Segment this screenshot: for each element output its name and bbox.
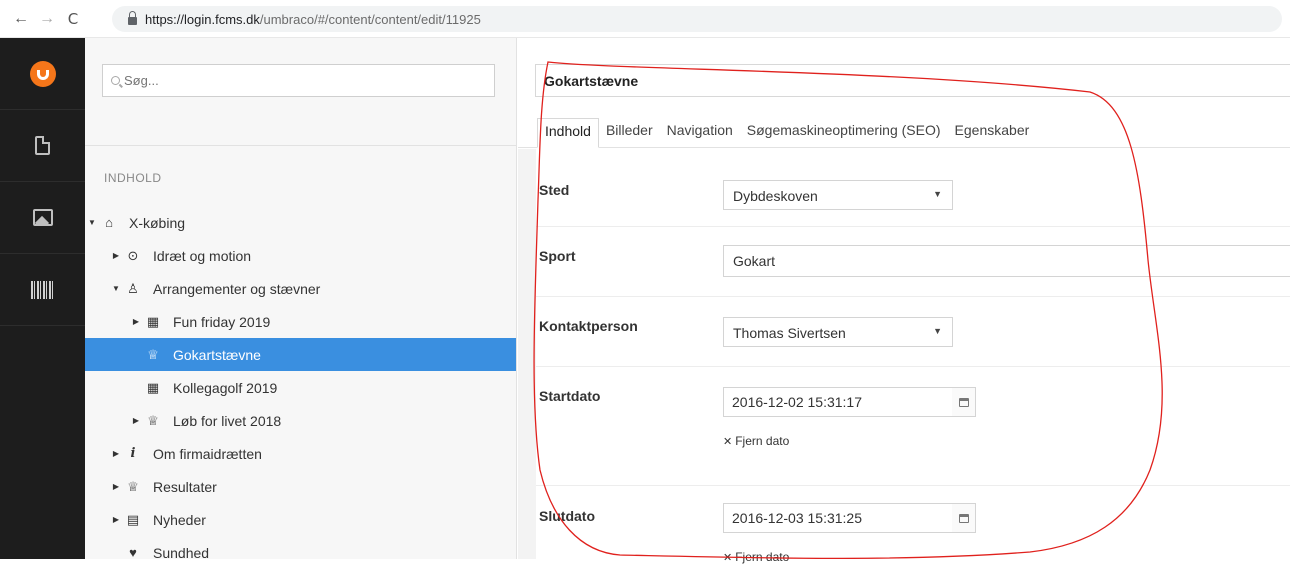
tree-node-label: Fun friday 2019: [173, 313, 271, 330]
trophy-icon: ♕: [147, 412, 159, 428]
tree-node-om-firmaidraetten[interactable]: ▶ i Om firmaidrætten: [85, 437, 516, 470]
info-icon: i: [130, 446, 136, 461]
tab-bar: Indhold Billeder Navigation Søgemaskineo…: [537, 118, 1036, 148]
tab-billeder[interactable]: Billeder: [599, 118, 660, 148]
properties-panel: Sted Dybdeskoven ▼ Sport Gokart Kontaktp…: [536, 149, 1290, 564]
trophy-icon: ♕: [127, 478, 139, 494]
trophy-icon: ♕: [147, 346, 159, 362]
tree-node-label: X-købing: [129, 214, 186, 231]
umbraco-logo[interactable]: [0, 38, 85, 110]
search-input[interactable]: [124, 73, 424, 88]
sport-input[interactable]: Gokart: [723, 245, 1290, 277]
select-value: Thomas Sivertsen: [733, 325, 846, 341]
browser-toolbar: ← → C https://login.fcms.dk/umbraco/#/co…: [0, 0, 1290, 38]
kontaktperson-select[interactable]: Thomas Sivertsen ▼: [723, 317, 953, 347]
content-editor: Gokartstævne Indhold Billeder Navigation…: [518, 38, 1290, 564]
property-kontaktperson: Kontaktperson Thomas Sivertsen ▼: [536, 297, 1290, 367]
reload-button[interactable]: C: [60, 10, 86, 28]
tree-node-fun-friday[interactable]: ▶ ▦ Fun friday 2019: [85, 305, 516, 338]
remove-date-label: Fjern dato: [735, 550, 790, 564]
tab-indhold[interactable]: Indhold: [537, 118, 599, 148]
url-host: https://login.fcms.dk: [145, 11, 260, 27]
property-label: Slutdato: [539, 508, 595, 524]
editor-body: Sted Dybdeskoven ▼ Sport Gokart Kontaktp…: [518, 149, 1290, 564]
property-label: Kontaktperson: [539, 318, 638, 334]
startdato-input[interactable]: 2016-12-02 15:31:17: [723, 387, 953, 417]
tree-node-lob-for-livet[interactable]: ▶ ♕ Løb for livet 2018: [85, 404, 516, 437]
property-sport: Sport Gokart: [536, 227, 1290, 297]
document-name-field[interactable]: Gokartstævne: [535, 64, 1290, 97]
expand-caret[interactable]: ▼: [85, 218, 99, 227]
divider: [85, 145, 516, 146]
tree-node-label: Gokartstævne: [173, 346, 261, 363]
heart-icon: ♥: [129, 545, 137, 560]
property-slutdato: Slutdato 2016-12-03 15:31:25 ✕ Fjern dato: [536, 486, 1290, 566]
home-icon: ⌂: [105, 215, 113, 230]
search-icon: [111, 76, 120, 85]
property-label: Sport: [539, 248, 576, 264]
remove-date-link[interactable]: ✕ Fjern dato: [723, 550, 789, 564]
tree-node-label: Kollegagolf 2019: [173, 379, 278, 396]
remove-date-label: Fjern dato: [735, 434, 790, 448]
tree-node-label: Om firmaidrætten: [153, 445, 262, 462]
barcode-icon[interactable]: [0, 254, 85, 326]
tree-node-label: Resultater: [153, 478, 217, 495]
calendar-button[interactable]: [952, 387, 976, 417]
calendar-icon: [958, 513, 969, 523]
sport-icon: ⊙: [127, 247, 139, 263]
property-startdato: Startdato 2016-12-02 15:31:17 ✕ Fjern dat…: [536, 367, 1290, 486]
tab-seo[interactable]: Søgemaskineoptimering (SEO): [740, 118, 948, 148]
media-icon[interactable]: [0, 182, 85, 254]
tree-node-sundhed[interactable]: ♥ Sundhed: [85, 536, 516, 569]
app-rail: [0, 38, 85, 559]
expand-caret[interactable]: ▶: [129, 317, 143, 326]
calendar-icon: ▦: [146, 379, 160, 395]
chevron-down-icon: ▼: [933, 189, 942, 199]
calendar-icon: [958, 397, 969, 407]
calendar-button[interactable]: [952, 503, 976, 533]
section-label: INDHOLD: [104, 171, 162, 185]
sted-select[interactable]: Dybdeskoven ▼: [723, 180, 953, 210]
remove-date-link[interactable]: ✕ Fjern dato: [723, 434, 789, 448]
expand-caret[interactable]: ▶: [129, 416, 143, 425]
address-bar[interactable]: https://login.fcms.dk/umbraco/#/content/…: [112, 6, 1282, 32]
expand-caret[interactable]: ▶: [109, 515, 123, 524]
expand-caret[interactable]: ▶: [109, 449, 123, 458]
tree-node-gokartstaevne[interactable]: ♕ Gokartstævne: [85, 338, 516, 371]
expand-caret[interactable]: ▼: [109, 284, 123, 293]
tree-node-label: Idræt og motion: [153, 247, 252, 264]
tab-egenskaber[interactable]: Egenskaber: [948, 118, 1037, 148]
news-icon: ▤: [126, 511, 140, 527]
tree-node-label: Løb for livet 2018: [173, 412, 282, 429]
chevron-down-icon: ▼: [933, 326, 942, 336]
content-icon[interactable]: [0, 110, 85, 182]
back-button[interactable]: ←: [8, 10, 34, 28]
content-tree-panel: INDHOLD ▼ ⌂ X-købing ▶ ⊙ Idræt og motion…: [85, 38, 517, 561]
tree-node-label: Nyheder: [153, 511, 206, 528]
search-box[interactable]: [102, 64, 495, 97]
tree-node-label: Arrangementer og stævner: [153, 280, 321, 297]
property-label: Sted: [539, 182, 570, 198]
tree-node-arrangementer[interactable]: ▼ ♙ Arrangementer og stævner: [85, 272, 516, 305]
select-value: Dybdeskoven: [733, 188, 818, 204]
tree-node-resultater[interactable]: ▶ ♕ Resultater: [85, 470, 516, 503]
lock-icon: [128, 11, 137, 25]
forward-button[interactable]: →: [34, 10, 60, 28]
tab-navigation[interactable]: Navigation: [660, 118, 740, 148]
tree-node-x-kobing[interactable]: ▼ ⌂ X-købing: [85, 206, 516, 239]
property-sted: Sted Dybdeskoven ▼: [536, 149, 1290, 227]
url-path: /umbraco/#/content/content/edit/11925: [259, 11, 481, 27]
expand-caret[interactable]: ▶: [109, 251, 123, 260]
calendar-icon: ▦: [146, 313, 160, 329]
property-label: Startdato: [539, 388, 601, 404]
tree-node-kollegagolf[interactable]: ▦ Kollegagolf 2019: [85, 371, 516, 404]
expand-caret[interactable]: ▶: [109, 482, 123, 491]
award-icon: ♙: [127, 280, 139, 296]
editor-header: Gokartstævne Indhold Billeder Navigation…: [518, 38, 1290, 148]
slutdato-input[interactable]: 2016-12-03 15:31:25: [723, 503, 953, 533]
tree-list: ▼ ⌂ X-købing ▶ ⊙ Idræt og motion ▼ ♙ Arr…: [85, 206, 516, 569]
tree-node-idraet[interactable]: ▶ ⊙ Idræt og motion: [85, 239, 516, 272]
tree-node-label: Sundhed: [153, 544, 210, 561]
tree-node-nyheder[interactable]: ▶ ▤ Nyheder: [85, 503, 516, 536]
